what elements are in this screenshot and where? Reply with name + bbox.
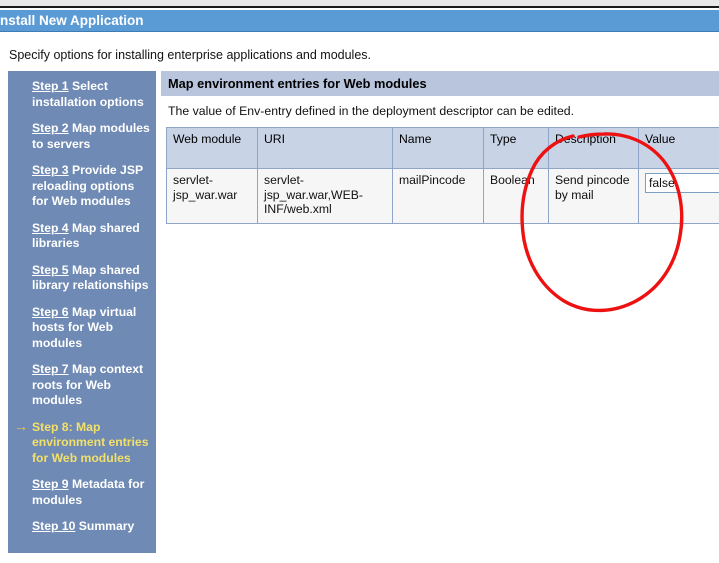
active-step-arrow-icon: → [14, 417, 28, 434]
cell-description: Send pincode by mail [548, 168, 639, 224]
cell-name: mailPincode [392, 168, 484, 224]
main-panel: Map environment entries for Web modules … [161, 71, 719, 553]
column-header-value[interactable]: Value [638, 127, 719, 169]
cell-value [638, 168, 719, 224]
column-header-web-module[interactable]: Web module [166, 127, 258, 169]
env-entry-value-input[interactable] [645, 173, 719, 193]
column-header-name[interactable]: Name [392, 127, 484, 169]
sidebar-item-step-link[interactable]: Step 2 [32, 121, 69, 135]
sidebar-steps: Step 1 Select installation options Step 2… [8, 71, 156, 553]
env-entries-table: Web module URI Name Type Description Val… [166, 127, 719, 224]
top-strip [0, 0, 719, 8]
sidebar-item-step-10[interactable]: Step 10 Summary [14, 519, 150, 535]
panel-description: The value of Env-entry defined in the de… [168, 104, 575, 118]
sidebar-item-step-8[interactable]: → Step 8: Map environment entries for Web… [14, 417, 150, 467]
sidebar-item-step-link[interactable]: Step 3 [32, 163, 69, 177]
window-title: nstall New Application [0, 13, 144, 28]
cell-web-module: servlet-jsp_war.war [166, 168, 258, 224]
page-body: Step 1 Select installation options Step 2… [0, 71, 719, 563]
cell-type: Boolean [483, 168, 549, 224]
sidebar-item-step-link[interactable]: Step 7 [32, 362, 69, 376]
cell-uri: servlet-jsp_war.war,WEB-INF/web.xml [257, 168, 393, 224]
sidebar-item-step-link[interactable]: Step 9 [32, 477, 69, 491]
sidebar-item-step-9[interactable]: Step 9 Metadata for modules [14, 477, 150, 508]
window-title-bar: nstall New Application [0, 10, 719, 32]
panel-title: Map environment entries for Web modules [161, 71, 719, 96]
table-row: servlet-jsp_war.war servlet-jsp_war.war,… [166, 168, 719, 224]
sidebar-item-step-3[interactable]: Step 3 Provide JSP reloading options for… [14, 163, 150, 210]
column-header-type[interactable]: Type [483, 127, 549, 169]
sidebar-item-step-1[interactable]: Step 1 Select installation options [14, 79, 150, 110]
column-header-description[interactable]: Description [548, 127, 639, 169]
sidebar-item-step-2[interactable]: Step 2 Map modules to servers [14, 121, 150, 152]
sidebar-item-step-link[interactable]: Step 10 [32, 519, 75, 533]
sidebar-item-step-4[interactable]: Step 4 Map shared libraries [14, 221, 150, 252]
sidebar-item-step-link[interactable]: Step 1 [32, 79, 69, 93]
table-header-row: Web module URI Name Type Description Val… [166, 127, 719, 169]
sidebar-item-step-link[interactable]: Step 5 [32, 263, 69, 277]
sidebar-item-step-7[interactable]: Step 7 Map context roots for Web modules [14, 362, 150, 409]
sidebar-item-step-link[interactable]: Step 8: [32, 420, 73, 434]
sidebar-item-step-link[interactable]: Step 4 [32, 221, 69, 235]
sidebar-item-step-link[interactable]: Step 6 [32, 305, 69, 319]
intro-text: Specify options for installing enterpris… [9, 48, 372, 62]
sidebar-item-step-label: Summary [75, 519, 135, 533]
column-header-uri[interactable]: URI [257, 127, 393, 169]
sidebar-item-step-5[interactable]: Step 5 Map shared library relationships [14, 263, 150, 294]
sidebar-item-step-6[interactable]: Step 6 Map virtual hosts for Web modules [14, 305, 150, 352]
